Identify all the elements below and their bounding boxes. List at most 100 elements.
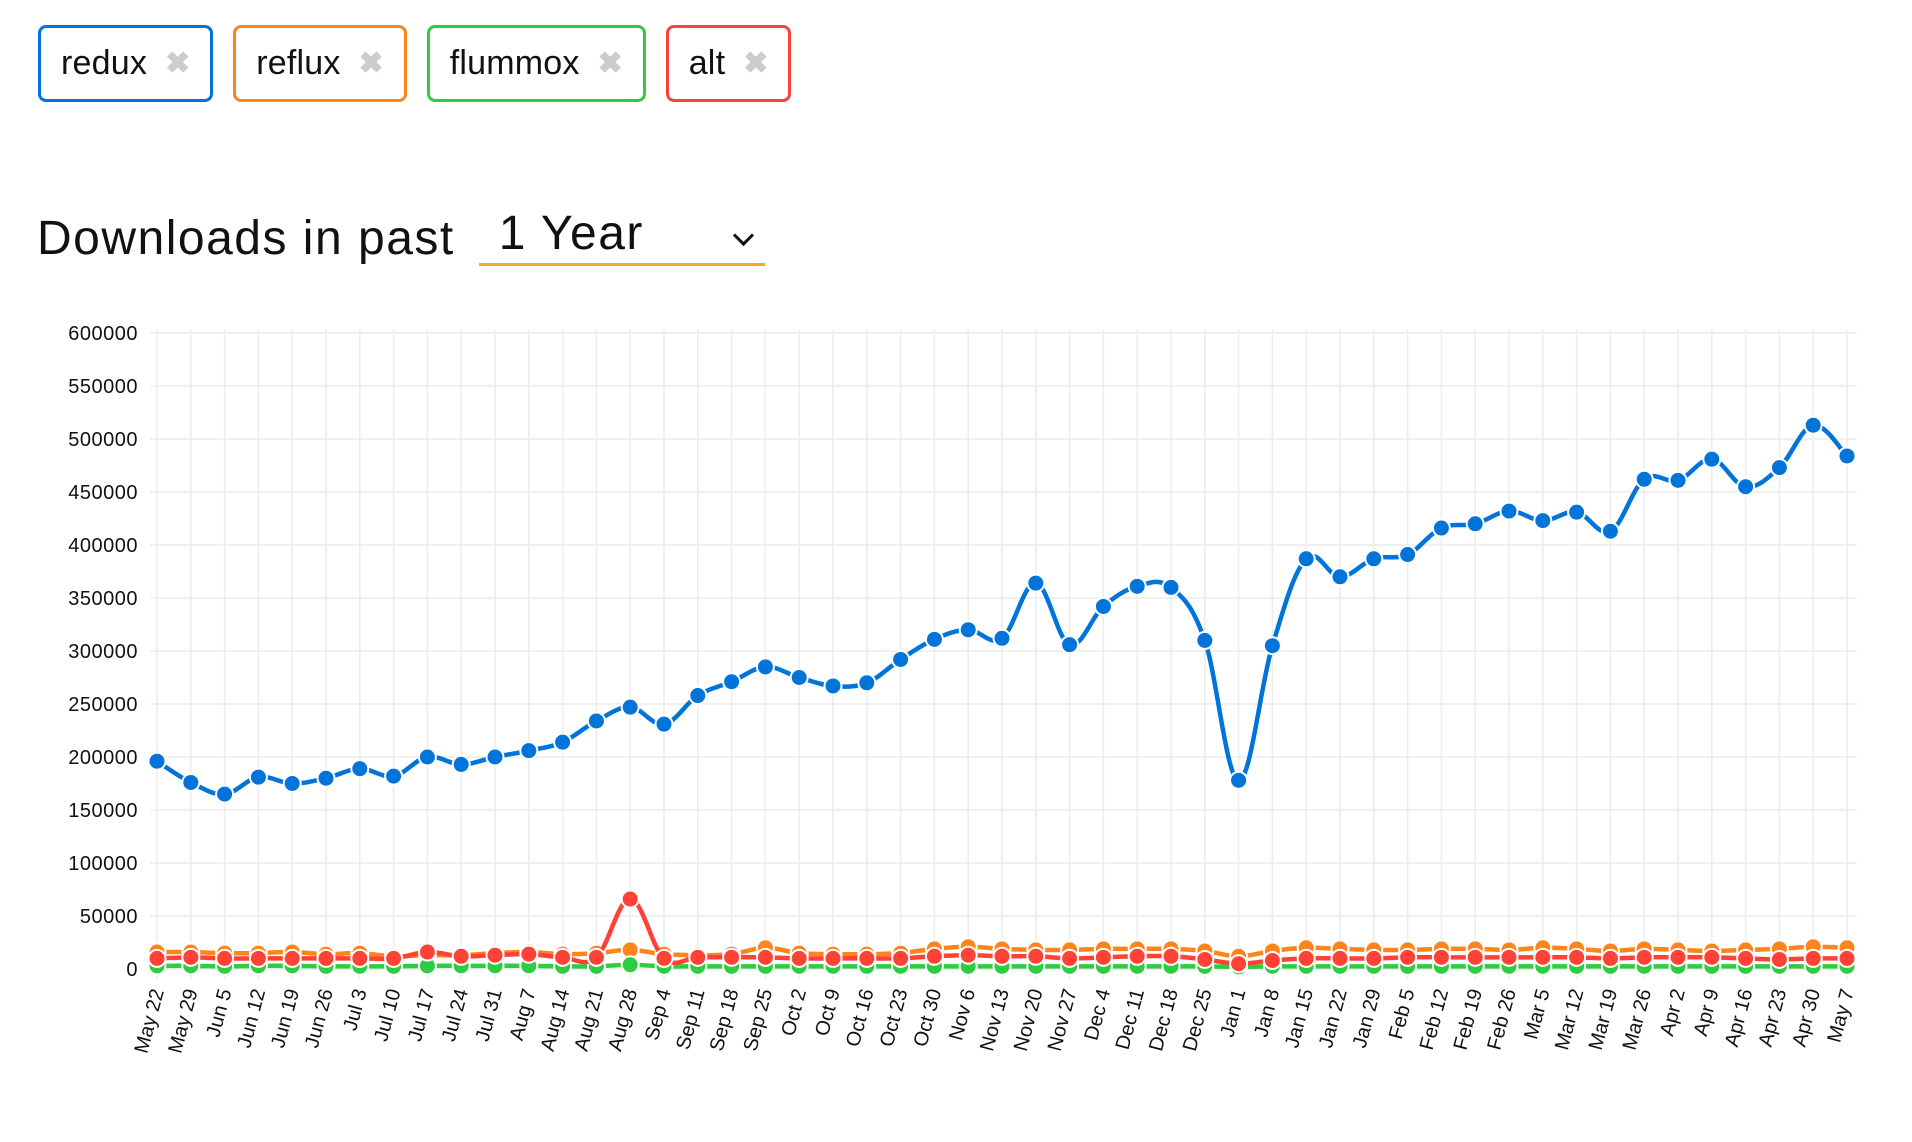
data-point-redux: [1330, 567, 1350, 587]
data-point-alt: [1364, 948, 1384, 968]
x-tick-label: Jul 3: [339, 987, 371, 1034]
data-point-alt: [485, 945, 505, 965]
x-tick-label: Feb 12: [1416, 987, 1453, 1053]
data-point-redux: [553, 732, 573, 752]
y-tick-label: 300000: [68, 641, 138, 663]
data-point-alt: [992, 946, 1012, 966]
x-tick-label: Nov 6: [945, 987, 980, 1043]
x-tick-label: Jun 12: [233, 987, 270, 1051]
x-tick-label: Mar 5: [1520, 987, 1554, 1042]
data-point-alt: [1060, 948, 1080, 968]
data-point-alt: [1668, 947, 1688, 967]
data-point-alt: [891, 948, 911, 968]
data-point-redux: [1702, 449, 1722, 469]
data-point-alt: [451, 946, 471, 966]
data-point-alt: [1161, 946, 1181, 966]
y-tick-label: 50000: [80, 906, 138, 928]
chart-grid: [150, 330, 1857, 979]
data-point-redux: [1431, 518, 1451, 538]
data-point-redux: [1499, 501, 1519, 521]
y-tick-label: 200000: [68, 747, 138, 769]
data-point-alt: [789, 948, 809, 968]
data-point-redux: [1736, 477, 1756, 497]
x-tick-label: Jul 31: [472, 987, 507, 1044]
data-point-redux: [485, 747, 505, 767]
data-point-alt: [586, 947, 606, 967]
data-point-alt: [1127, 946, 1147, 966]
data-point-redux: [1195, 630, 1215, 650]
data-point-redux: [1567, 502, 1587, 522]
data-point-alt: [857, 948, 877, 968]
data-point-redux: [789, 668, 809, 687]
x-tick-label: Sep 4: [641, 987, 676, 1043]
data-point-alt: [755, 947, 775, 967]
x-tick-label: Aug 14: [537, 987, 575, 1054]
downloads-chart: 0 50000 100000 150000 200000 250000 300000 3500…: [68, 323, 1859, 1056]
data-point-alt: [1769, 949, 1789, 969]
data-point-redux: [147, 751, 167, 771]
data-point-alt: [316, 948, 336, 968]
x-tick-label: Jun 19: [267, 987, 304, 1051]
y-tick-label: 450000: [68, 482, 138, 504]
x-tick-label: May 7: [1823, 987, 1858, 1045]
data-point-alt: [248, 948, 268, 968]
x-tick-label: Dec 4: [1080, 987, 1115, 1043]
data-point-redux: [1093, 596, 1113, 616]
x-tick-label: Jan 22: [1315, 987, 1352, 1051]
x-tick-label: Mar 26: [1619, 987, 1656, 1053]
data-point-alt: [924, 946, 944, 966]
x-tick-label: Aug 28: [604, 987, 642, 1054]
data-point-alt: [350, 948, 370, 968]
x-tick-label: Oct 30: [910, 987, 947, 1050]
data-point-redux: [722, 672, 742, 692]
y-tick-label: 550000: [68, 376, 138, 398]
x-tick-label: May 22: [131, 987, 169, 1056]
data-point-alt: [823, 948, 843, 968]
x-tick-label: Oct 16: [842, 987, 879, 1050]
data-point-redux: [1296, 549, 1316, 569]
data-point-redux: [688, 686, 708, 706]
data-point-alt: [1465, 947, 1485, 967]
data-point-alt: [1229, 954, 1249, 974]
y-tick-label: 250000: [68, 694, 138, 716]
data-point-redux: [924, 629, 944, 649]
data-point-redux: [620, 697, 640, 717]
x-tick-label: Mar 12: [1551, 987, 1588, 1053]
data-point-redux: [1161, 577, 1181, 597]
data-point-redux: [417, 747, 437, 767]
x-tick-label: Dec 25: [1179, 987, 1217, 1054]
data-point-alt: [1330, 948, 1350, 968]
x-tick-label: Apr 9: [1690, 987, 1724, 1039]
x-tick-label: Dec 18: [1145, 987, 1183, 1054]
y-tick-label: 0: [126, 959, 138, 981]
data-point-redux: [215, 784, 235, 804]
data-point-redux: [350, 759, 370, 779]
data-point-alt: [1736, 948, 1756, 968]
data-point-alt: [215, 948, 235, 968]
x-tick-label: Aug 7: [506, 987, 541, 1043]
data-point-redux: [654, 714, 674, 734]
data-point-redux: [1364, 549, 1384, 569]
data-point-alt: [282, 948, 302, 968]
x-tick-label: Feb 5: [1385, 987, 1419, 1042]
data-point-alt: [1431, 947, 1451, 967]
data-point-redux: [1262, 636, 1282, 656]
data-point-redux: [1398, 545, 1418, 565]
y-tick-label: 350000: [68, 588, 138, 610]
data-point-alt: [1837, 948, 1857, 968]
data-point-redux: [823, 676, 843, 696]
data-point-alt: [654, 948, 674, 968]
data-point-alt: [1600, 948, 1620, 968]
data-point-redux: [1465, 514, 1485, 534]
x-tick-label: Jan 29: [1349, 987, 1386, 1051]
data-point-alt: [1702, 947, 1722, 967]
data-point-redux: [586, 711, 606, 731]
y-tick-label: 400000: [68, 535, 138, 557]
data-point-redux: [384, 766, 404, 786]
data-point-redux: [181, 772, 201, 792]
data-point-alt: [620, 889, 640, 909]
x-tick-label: Aug 21: [571, 987, 609, 1054]
data-point-alt: [1499, 947, 1519, 967]
x-tick-label: Sep 18: [706, 987, 744, 1054]
x-tick-label: Jul 17: [404, 987, 439, 1044]
